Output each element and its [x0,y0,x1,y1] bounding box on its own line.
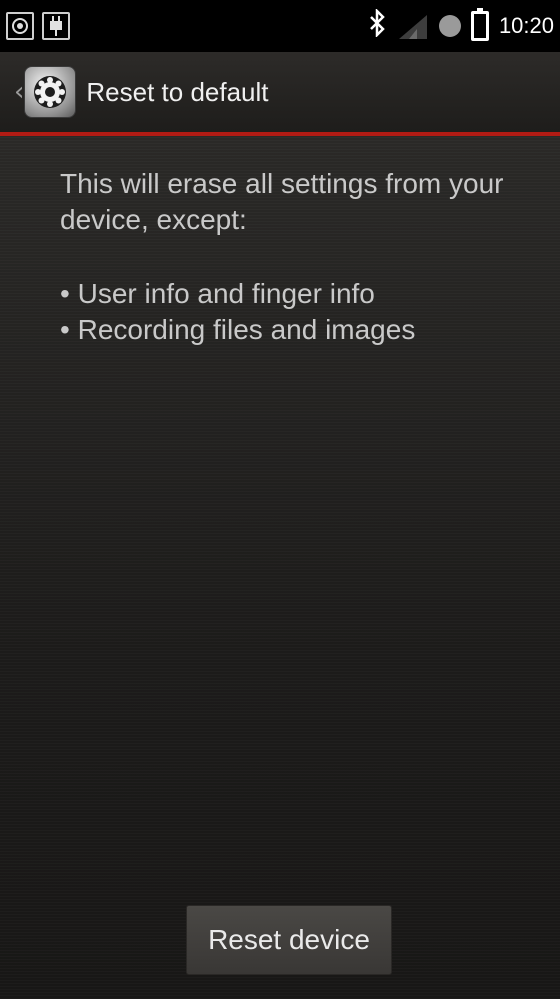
status-indicators: 10:20 [369,7,554,44]
back-chevron-icon[interactable]: ‹ [14,77,24,107]
bluetooth-icon [369,7,387,44]
battery-icon [470,8,489,41]
settings-gear-icon[interactable] [24,66,77,118]
usb-plug-icon [42,12,70,40]
signal-icon [397,13,429,39]
reset-description: This will erase all settings from your d… [60,168,504,235]
reset-device-button[interactable]: Reset device [186,905,392,975]
main-content: This will erase all settings from your d… [0,136,560,999]
page-title: Reset to default [86,76,269,107]
list-item: User info and finger info [60,276,540,312]
status-dot-icon [438,15,461,37]
target-icon [6,12,34,40]
status-bar: 10:20 [0,0,560,52]
list-item: Recording files and images [60,312,540,348]
status-time: 10:20 [498,13,554,38]
action-bar[interactable]: ‹ Reset to default [0,52,560,132]
exceptions-list: User info and finger info Recording file… [60,276,540,348]
